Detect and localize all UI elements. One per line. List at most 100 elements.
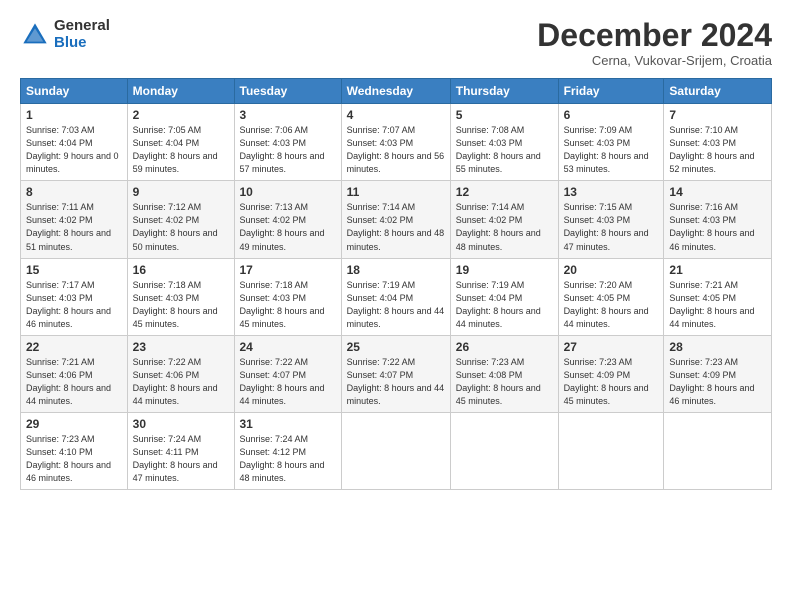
logo-general: General (54, 18, 110, 35)
day-cell-28: 28Sunrise: 7:23 AMSunset: 4:09 PMDayligh… (664, 335, 772, 412)
day-info: Sunrise: 7:05 AMSunset: 4:04 PMDaylight:… (133, 124, 229, 176)
week-row-1: 1 Sunrise: 7:03 AMSunset: 4:04 PMDaylight… (21, 104, 772, 181)
week-row-3: 15 Sunrise: 7:17 AMSunset: 4:03 PMDayligh… (21, 258, 772, 335)
day-info: Sunrise: 7:24 AMSunset: 4:12 PMDaylight:… (240, 433, 336, 485)
day-cell-16: 16Sunrise: 7:18 AMSunset: 4:03 PMDayligh… (127, 258, 234, 335)
empty-cell (450, 412, 558, 489)
col-header-saturday: Saturday (664, 79, 772, 104)
day-info: Sunrise: 7:08 AMSunset: 4:03 PMDaylight:… (456, 124, 553, 176)
empty-cell (664, 412, 772, 489)
day-info: Sunrise: 7:23 AMSunset: 4:09 PMDaylight:… (564, 356, 659, 408)
day-number: 18 (347, 263, 445, 277)
day-number: 31 (240, 417, 336, 431)
day-info: Sunrise: 7:16 AMSunset: 4:03 PMDaylight:… (669, 201, 766, 253)
day-number: 16 (133, 263, 229, 277)
day-cell-19: 19Sunrise: 7:19 AMSunset: 4:04 PMDayligh… (450, 258, 558, 335)
day-info: Sunrise: 7:22 AMSunset: 4:06 PMDaylight:… (133, 356, 229, 408)
day-info: Sunrise: 7:17 AMSunset: 4:03 PMDaylight:… (26, 279, 122, 331)
day-number: 26 (456, 340, 553, 354)
title-block: December 2024 Cerna, Vukovar-Srijem, Cro… (537, 18, 772, 68)
day-number: 6 (564, 108, 659, 122)
day-number: 1 (26, 108, 122, 122)
day-cell-9: 9Sunrise: 7:12 AMSunset: 4:02 PMDaylight… (127, 181, 234, 258)
day-cell-4: 4 Sunrise: 7:07 AMSunset: 4:03 PMDaylight… (341, 104, 450, 181)
day-info: Sunrise: 7:23 AMSunset: 4:10 PMDaylight:… (26, 433, 122, 485)
location-subtitle: Cerna, Vukovar-Srijem, Croatia (537, 53, 772, 68)
week-row-5: 29Sunrise: 7:23 AMSunset: 4:10 PMDayligh… (21, 412, 772, 489)
day-number: 8 (26, 185, 122, 199)
day-number: 20 (564, 263, 659, 277)
logo-icon (20, 20, 50, 50)
day-info: Sunrise: 7:23 AMSunset: 4:09 PMDaylight:… (669, 356, 766, 408)
day-cell-7: 7Sunrise: 7:10 AMSunset: 4:03 PMDaylight… (664, 104, 772, 181)
day-cell-31: 31 Sunrise: 7:24 AMSunset: 4:12 PMDayligh… (234, 412, 341, 489)
day-number: 19 (456, 263, 553, 277)
day-number: 12 (456, 185, 553, 199)
day-cell-6: 6 Sunrise: 7:09 AMSunset: 4:03 PMDaylight… (558, 104, 664, 181)
day-cell-8: 8 Sunrise: 7:11 AMSunset: 4:02 PMDaylight… (21, 181, 128, 258)
day-cell-14: 14Sunrise: 7:16 AMSunset: 4:03 PMDayligh… (664, 181, 772, 258)
day-cell-22: 22Sunrise: 7:21 AMSunset: 4:06 PMDayligh… (21, 335, 128, 412)
day-info: Sunrise: 7:21 AMSunset: 4:05 PMDaylight:… (669, 279, 766, 331)
day-info: Sunrise: 7:06 AMSunset: 4:03 PMDaylight:… (240, 124, 336, 176)
day-cell-13: 13 Sunrise: 7:15 AMSunset: 4:03 PMDayligh… (558, 181, 664, 258)
day-cell-30: 30 Sunrise: 7:24 AMSunset: 4:11 PMDayligh… (127, 412, 234, 489)
day-number: 2 (133, 108, 229, 122)
col-header-monday: Monday (127, 79, 234, 104)
day-cell-20: 20 Sunrise: 7:20 AMSunset: 4:05 PMDayligh… (558, 258, 664, 335)
day-cell-5: 5 Sunrise: 7:08 AMSunset: 4:03 PMDaylight… (450, 104, 558, 181)
day-number: 10 (240, 185, 336, 199)
calendar-header-row: SundayMondayTuesdayWednesdayThursdayFrid… (21, 79, 772, 104)
day-info: Sunrise: 7:22 AMSunset: 4:07 PMDaylight:… (240, 356, 336, 408)
day-cell-1: 1 Sunrise: 7:03 AMSunset: 4:04 PMDaylight… (21, 104, 128, 181)
day-info: Sunrise: 7:09 AMSunset: 4:03 PMDaylight:… (564, 124, 659, 176)
day-cell-18: 18Sunrise: 7:19 AMSunset: 4:04 PMDayligh… (341, 258, 450, 335)
day-info: Sunrise: 7:22 AMSunset: 4:07 PMDaylight:… (347, 356, 445, 408)
day-number: 4 (347, 108, 445, 122)
logo: General Blue (20, 18, 110, 51)
month-title: December 2024 (537, 18, 772, 53)
day-cell-29: 29Sunrise: 7:23 AMSunset: 4:10 PMDayligh… (21, 412, 128, 489)
day-number: 3 (240, 108, 336, 122)
day-cell-17: 17Sunrise: 7:18 AMSunset: 4:03 PMDayligh… (234, 258, 341, 335)
day-info: Sunrise: 7:13 AMSunset: 4:02 PMDaylight:… (240, 201, 336, 253)
day-number: 22 (26, 340, 122, 354)
day-info: Sunrise: 7:24 AMSunset: 4:11 PMDaylight:… (133, 433, 229, 485)
day-info: Sunrise: 7:11 AMSunset: 4:02 PMDaylight:… (26, 201, 122, 253)
day-info: Sunrise: 7:20 AMSunset: 4:05 PMDaylight:… (564, 279, 659, 331)
col-header-tuesday: Tuesday (234, 79, 341, 104)
day-info: Sunrise: 7:03 AMSunset: 4:04 PMDaylight:… (26, 124, 122, 176)
col-header-thursday: Thursday (450, 79, 558, 104)
day-number: 13 (564, 185, 659, 199)
day-number: 15 (26, 263, 122, 277)
day-number: 7 (669, 108, 766, 122)
day-info: Sunrise: 7:15 AMSunset: 4:03 PMDaylight:… (564, 201, 659, 253)
col-header-friday: Friday (558, 79, 664, 104)
day-cell-15: 15 Sunrise: 7:17 AMSunset: 4:03 PMDayligh… (21, 258, 128, 335)
empty-cell (341, 412, 450, 489)
day-cell-10: 10 Sunrise: 7:13 AMSunset: 4:02 PMDayligh… (234, 181, 341, 258)
logo-text: General Blue (54, 18, 110, 51)
week-row-4: 22Sunrise: 7:21 AMSunset: 4:06 PMDayligh… (21, 335, 772, 412)
day-number: 23 (133, 340, 229, 354)
day-info: Sunrise: 7:14 AMSunset: 4:02 PMDaylight:… (456, 201, 553, 253)
day-cell-21: 21 Sunrise: 7:21 AMSunset: 4:05 PMDayligh… (664, 258, 772, 335)
day-cell-2: 2 Sunrise: 7:05 AMSunset: 4:04 PMDaylight… (127, 104, 234, 181)
day-info: Sunrise: 7:07 AMSunset: 4:03 PMDaylight:… (347, 124, 445, 176)
day-cell-11: 11Sunrise: 7:14 AMSunset: 4:02 PMDayligh… (341, 181, 450, 258)
day-number: 30 (133, 417, 229, 431)
calendar-page: General Blue December 2024 Cerna, Vukova… (0, 0, 792, 612)
day-info: Sunrise: 7:18 AMSunset: 4:03 PMDaylight:… (240, 279, 336, 331)
day-info: Sunrise: 7:14 AMSunset: 4:02 PMDaylight:… (347, 201, 445, 253)
day-number: 24 (240, 340, 336, 354)
col-header-wednesday: Wednesday (341, 79, 450, 104)
day-cell-23: 23 Sunrise: 7:22 AMSunset: 4:06 PMDayligh… (127, 335, 234, 412)
week-row-2: 8 Sunrise: 7:11 AMSunset: 4:02 PMDaylight… (21, 181, 772, 258)
day-number: 5 (456, 108, 553, 122)
day-number: 21 (669, 263, 766, 277)
header: General Blue December 2024 Cerna, Vukova… (20, 18, 772, 68)
calendar-table: SundayMondayTuesdayWednesdayThursdayFrid… (20, 78, 772, 490)
logo-blue: Blue (54, 35, 110, 52)
day-number: 9 (133, 185, 229, 199)
day-cell-3: 3 Sunrise: 7:06 AMSunset: 4:03 PMDaylight… (234, 104, 341, 181)
